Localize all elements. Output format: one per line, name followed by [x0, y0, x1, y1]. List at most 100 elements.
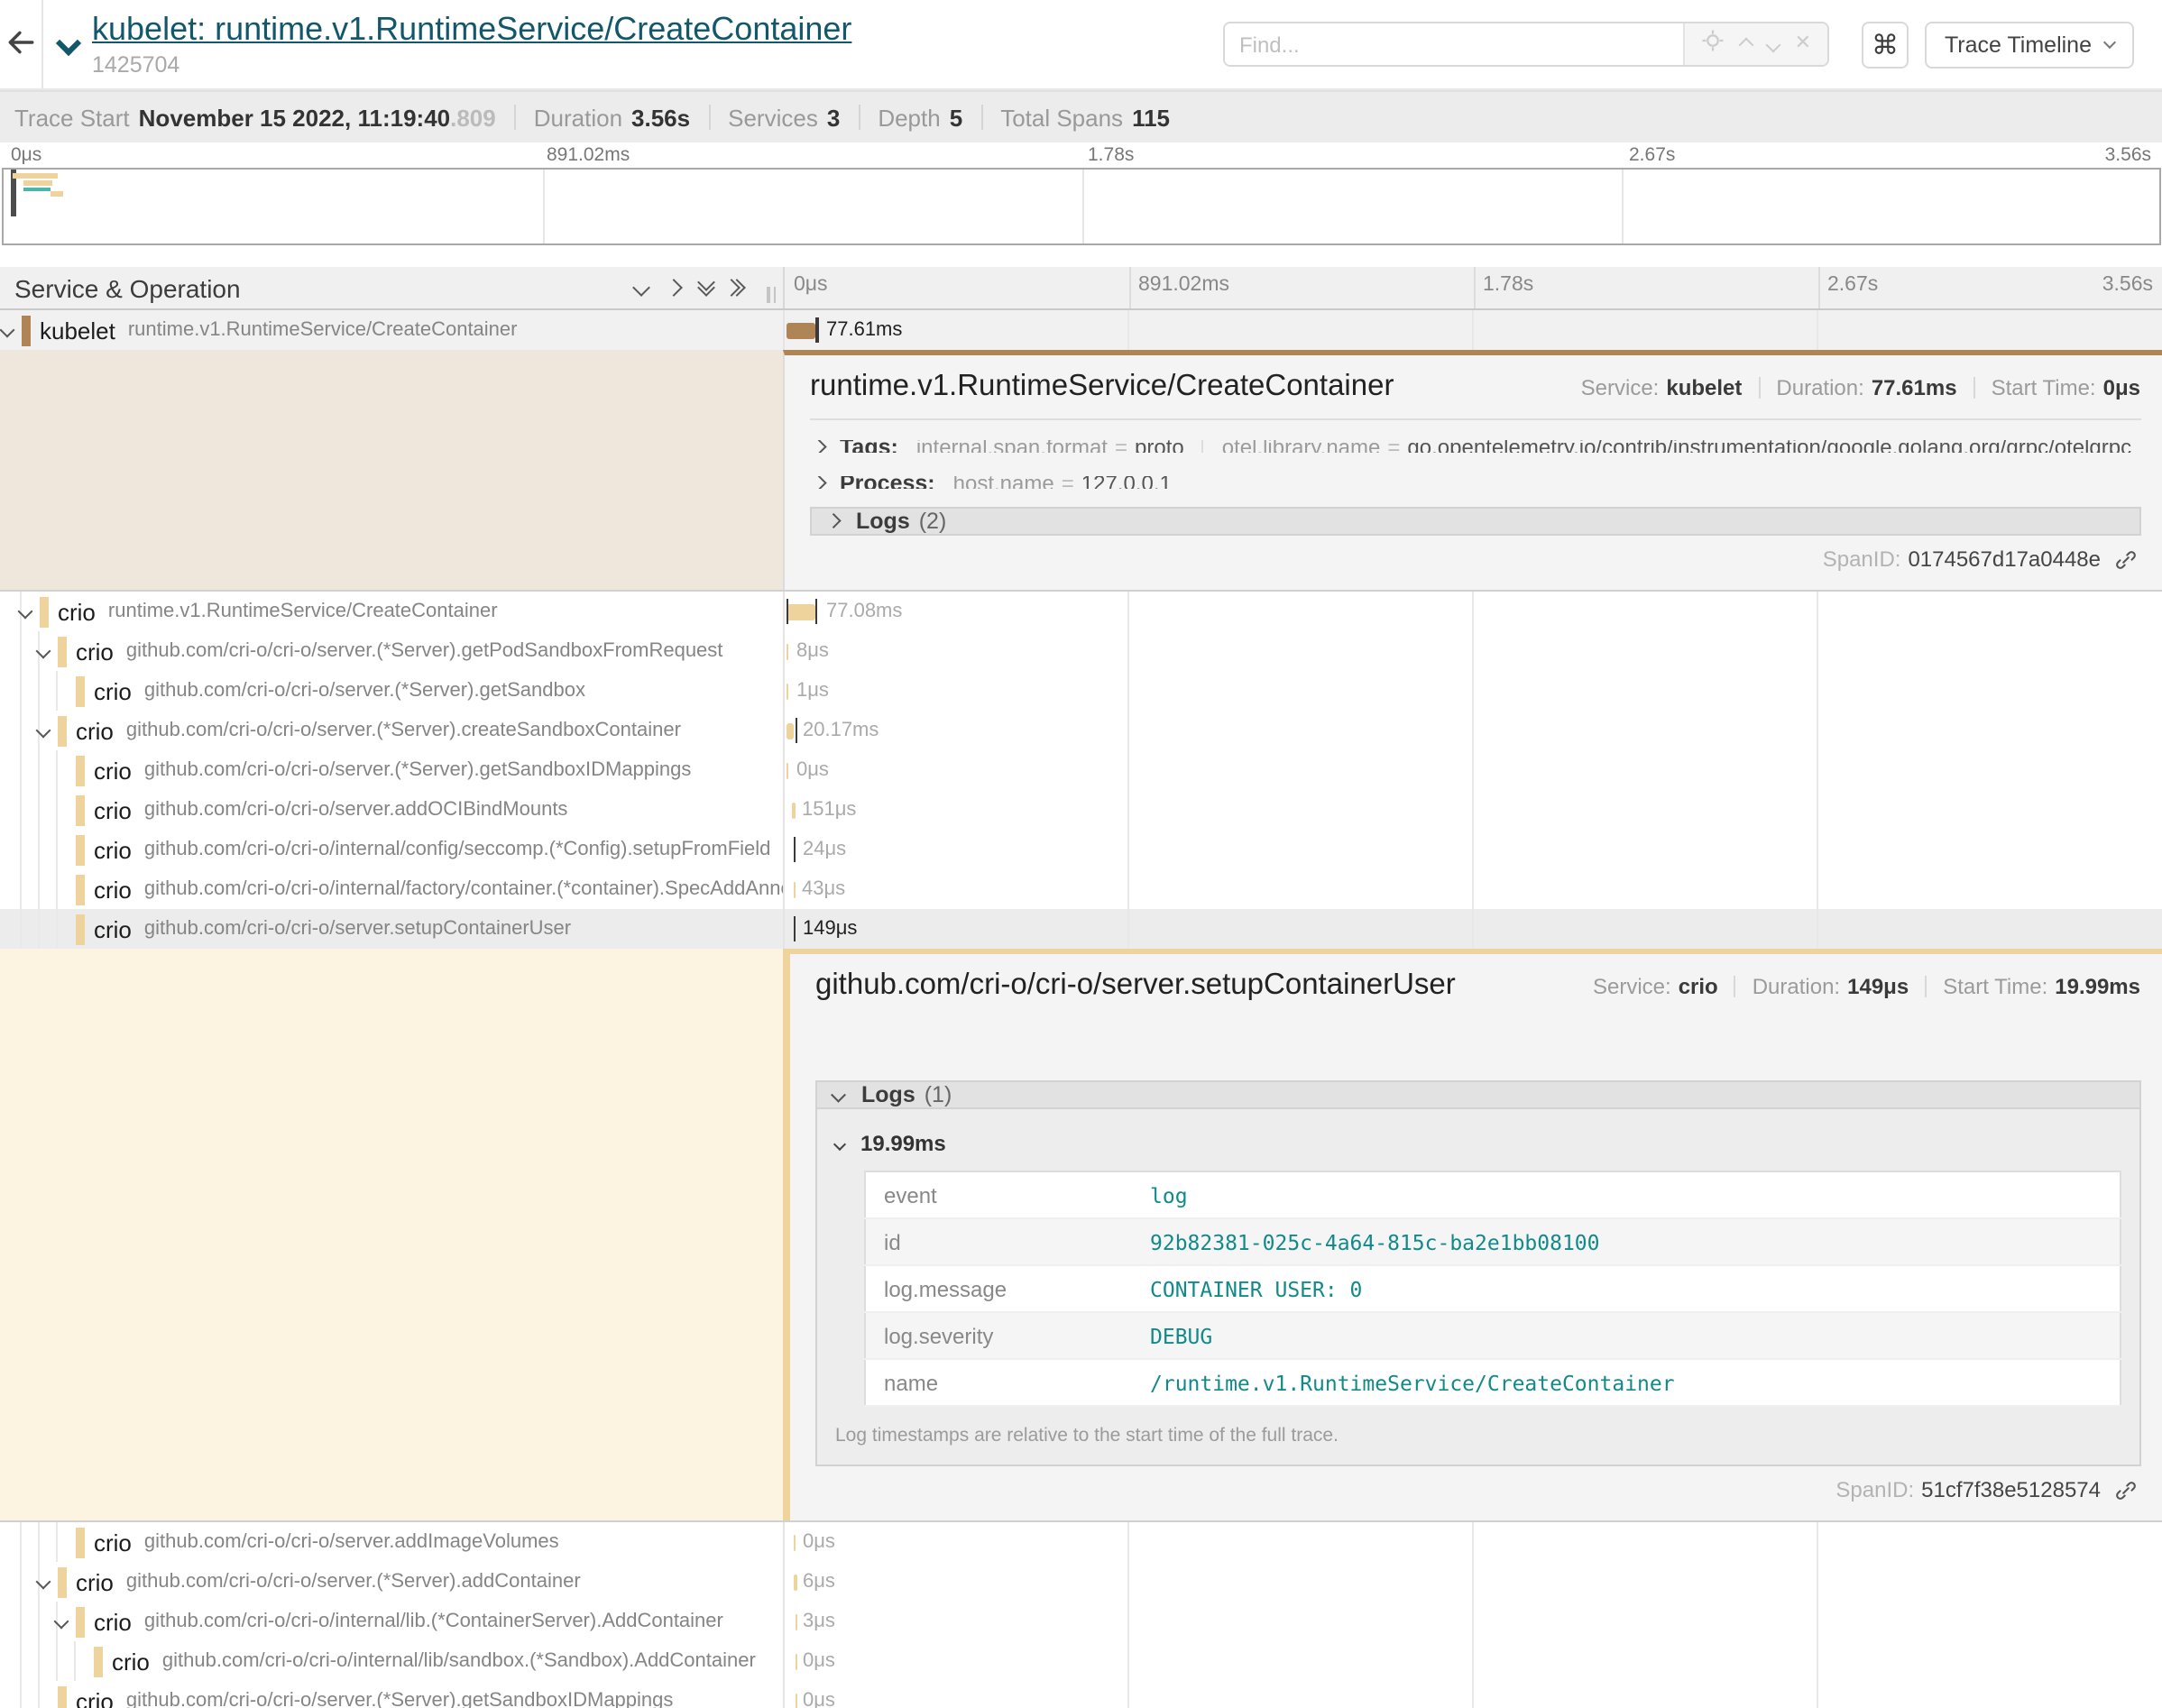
- operation-name: github.com/cri-o/cri-o/server.(*Server).…: [126, 1571, 581, 1593]
- chevron-down-icon[interactable]: [0, 323, 14, 338]
- span-timeline-cell[interactable]: 6μs: [783, 1562, 2162, 1602]
- meta-item: Duration:149μs: [1753, 974, 1909, 999]
- trace-title-link[interactable]: kubelet: runtime.v1.RuntimeService/Creat…: [92, 10, 851, 46]
- find-previous-icon[interactable]: [1738, 37, 1753, 52]
- span-timeline-cell[interactable]: 77.61ms: [783, 310, 2162, 350]
- span-name-cell[interactable]: criogithub.com/cri-o/cri-o/internal/lib/…: [0, 1641, 783, 1681]
- focus-target-icon[interactable]: [1701, 28, 1725, 60]
- span-timeline-cell[interactable]: 0μs: [783, 750, 2162, 790]
- span-detail-title: runtime.v1.RuntimeService/CreateContaine…: [810, 370, 1394, 404]
- span-duration-bar[interactable]: [786, 683, 787, 699]
- span-name-cell[interactable]: criogithub.com/cri-o/cri-o/server.(*Serv…: [0, 750, 783, 790]
- deep-link-icon[interactable]: [2113, 1478, 2137, 1501]
- span-row[interactable]: criogithub.com/cri-o/cri-o/server.(*Serv…: [0, 1562, 2162, 1602]
- span-row[interactable]: criogithub.com/cri-o/cri-o/server.(*Serv…: [0, 671, 2162, 711]
- span-timeline-cell[interactable]: 77.08ms: [783, 592, 2162, 631]
- span-timeline-cell[interactable]: 20.17ms: [783, 711, 2162, 750]
- find-input[interactable]: [1225, 23, 1683, 65]
- logs-toggle-expanded[interactable]: Logs (1): [815, 1080, 2140, 1109]
- span-row[interactable]: kubeletruntime.v1.RuntimeService/CreateC…: [0, 310, 2162, 350]
- expanded-span-name-cell[interactable]: [0, 350, 783, 590]
- span-duration-bar[interactable]: [795, 1693, 796, 1708]
- span-timeline-cell[interactable]: 24μs: [783, 830, 2162, 869]
- span-duration-bar[interactable]: [793, 881, 795, 897]
- span-timeline-cell[interactable]: 8μs: [783, 631, 2162, 671]
- tags-row[interactable]: Tags: internal.span.format=protootel.lib…: [810, 441, 2140, 454]
- span-row[interactable]: criogithub.com/cri-o/cri-o/server.(*Serv…: [0, 750, 2162, 790]
- minimap-canvas[interactable]: [2, 168, 2160, 245]
- service-color-bar: [76, 834, 84, 865]
- span-row[interactable]: criogithub.com/cri-o/cri-o/internal/fact…: [0, 869, 2162, 909]
- duration-label: 6μs: [803, 1571, 835, 1593]
- divider: [1202, 441, 1204, 454]
- span-name-cell[interactable]: criogithub.com/cri-o/cri-o/server.(*Serv…: [0, 631, 783, 671]
- span-name-cell[interactable]: criogithub.com/cri-o/cri-o/server.(*Serv…: [0, 1681, 783, 1708]
- column-resizer-handle[interactable]: [767, 287, 776, 303]
- log-entry-toggle[interactable]: 19.99ms: [835, 1131, 2124, 1156]
- span-id-value: 0174567d17a0448e: [1908, 546, 2101, 572]
- service-name: crio: [94, 915, 132, 942]
- indent-guide: [74, 1641, 76, 1681]
- span-row[interactable]: criogithub.com/cri-o/cri-o/internal/lib/…: [0, 1641, 2162, 1681]
- span-timeline-cell[interactable]: 43μs: [783, 869, 2162, 909]
- back-button[interactable]: [0, 0, 43, 88]
- span-duration-bar[interactable]: [794, 1534, 796, 1550]
- span-name-cell[interactable]: kubeletruntime.v1.RuntimeService/CreateC…: [0, 310, 783, 350]
- span-name-cell[interactable]: criogithub.com/cri-o/cri-o/server.addOCI…: [0, 790, 783, 830]
- span-row[interactable]: crioruntime.v1.RuntimeService/CreateCont…: [0, 592, 2162, 631]
- find-clear-icon[interactable]: ✕: [1795, 34, 1811, 54]
- trace-view-selector[interactable]: Trace Timeline: [1925, 21, 2133, 68]
- deep-link-icon[interactable]: [2113, 547, 2137, 571]
- expand-one-icon[interactable]: [665, 279, 683, 297]
- span-name-cell[interactable]: criogithub.com/cri-o/cri-o/internal/conf…: [0, 830, 783, 869]
- span-name-cell[interactable]: criogithub.com/cri-o/cri-o/server.setupC…: [0, 909, 783, 949]
- operation-name: github.com/cri-o/cri-o/server.(*Server).…: [126, 640, 723, 662]
- span-duration-bar[interactable]: [786, 643, 788, 659]
- tag-chip: host.name=127.0.0.1: [953, 477, 1172, 490]
- operation-name: github.com/cri-o/cri-o/server.addImageVo…: [144, 1531, 559, 1553]
- collapse-controls: [635, 281, 783, 294]
- logs-toggle-collapsed[interactable]: Logs (2): [810, 507, 2140, 536]
- expanded-span-name-cell[interactable]: [0, 949, 783, 1520]
- span-row[interactable]: criogithub.com/cri-o/cri-o/server.setupC…: [0, 909, 2162, 949]
- span-name-cell[interactable]: criogithub.com/cri-o/cri-o/server.(*Serv…: [0, 1562, 783, 1602]
- span-timeline-cell[interactable]: 0μs: [783, 1641, 2162, 1681]
- span-name-cell[interactable]: crioruntime.v1.RuntimeService/CreateCont…: [0, 592, 783, 631]
- collapse-one-icon[interactable]: [632, 279, 650, 297]
- indent-guide: [20, 869, 22, 909]
- span-duration-bar[interactable]: [795, 1613, 796, 1630]
- span-timeline-cell[interactable]: 149μs: [783, 909, 2162, 949]
- jaeger-trace-page: kubelet: runtime.v1.RuntimeService/Creat…: [0, 0, 2162, 1708]
- span-name-cell[interactable]: criogithub.com/cri-o/cri-o/internal/lib.…: [0, 1602, 783, 1641]
- span-name-cell[interactable]: criogithub.com/cri-o/cri-o/server.(*Serv…: [0, 711, 783, 750]
- span-row[interactable]: criogithub.com/cri-o/cri-o/server.(*Serv…: [0, 711, 2162, 750]
- span-duration-bar[interactable]: [793, 802, 795, 818]
- expand-all-icon[interactable]: [732, 281, 743, 294]
- collapse-trace-chevron[interactable]: [60, 28, 78, 60]
- span-duration-bar[interactable]: [795, 1574, 796, 1590]
- span-name-cell[interactable]: criogithub.com/cri-o/cri-o/server.addIma…: [0, 1522, 783, 1562]
- span-duration-bar[interactable]: [795, 1653, 796, 1669]
- span-timeline-cell[interactable]: 3μs: [783, 1602, 2162, 1641]
- span-row[interactable]: criogithub.com/cri-o/cri-o/internal/lib.…: [0, 1602, 2162, 1641]
- span-name-cell[interactable]: criogithub.com/cri-o/cri-o/server.(*Serv…: [0, 671, 783, 711]
- span-duration-bar[interactable]: [787, 762, 788, 778]
- span-timeline-cell[interactable]: 151μs: [783, 790, 2162, 830]
- span-duration-bar[interactable]: [786, 722, 794, 739]
- find-next-icon[interactable]: [1765, 37, 1780, 52]
- span-row[interactable]: criogithub.com/cri-o/cri-o/server.addOCI…: [0, 790, 2162, 830]
- span-row[interactable]: criogithub.com/cri-o/cri-o/server.(*Serv…: [0, 1681, 2162, 1708]
- span-name-cell[interactable]: criogithub.com/cri-o/cri-o/internal/fact…: [0, 869, 783, 909]
- span-timeline-cell[interactable]: 1μs: [783, 671, 2162, 711]
- process-row[interactable]: Process: host.name=127.0.0.1: [810, 477, 2140, 490]
- span-duration-bar[interactable]: [786, 322, 815, 338]
- span-row[interactable]: criogithub.com/cri-o/cri-o/server.addIma…: [0, 1522, 2162, 1562]
- span-row[interactable]: criogithub.com/cri-o/cri-o/internal/conf…: [0, 830, 2162, 869]
- span-timeline-cell[interactable]: 0μs: [783, 1522, 2162, 1562]
- span-duration-bar[interactable]: [786, 603, 815, 620]
- keyboard-shortcuts-button[interactable]: ⌘: [1862, 21, 1909, 68]
- collapse-all-icon[interactable]: [700, 282, 713, 293]
- chevron-down-icon: [56, 30, 81, 55]
- span-timeline-cell[interactable]: 0μs: [783, 1681, 2162, 1708]
- span-row[interactable]: criogithub.com/cri-o/cri-o/server.(*Serv…: [0, 631, 2162, 671]
